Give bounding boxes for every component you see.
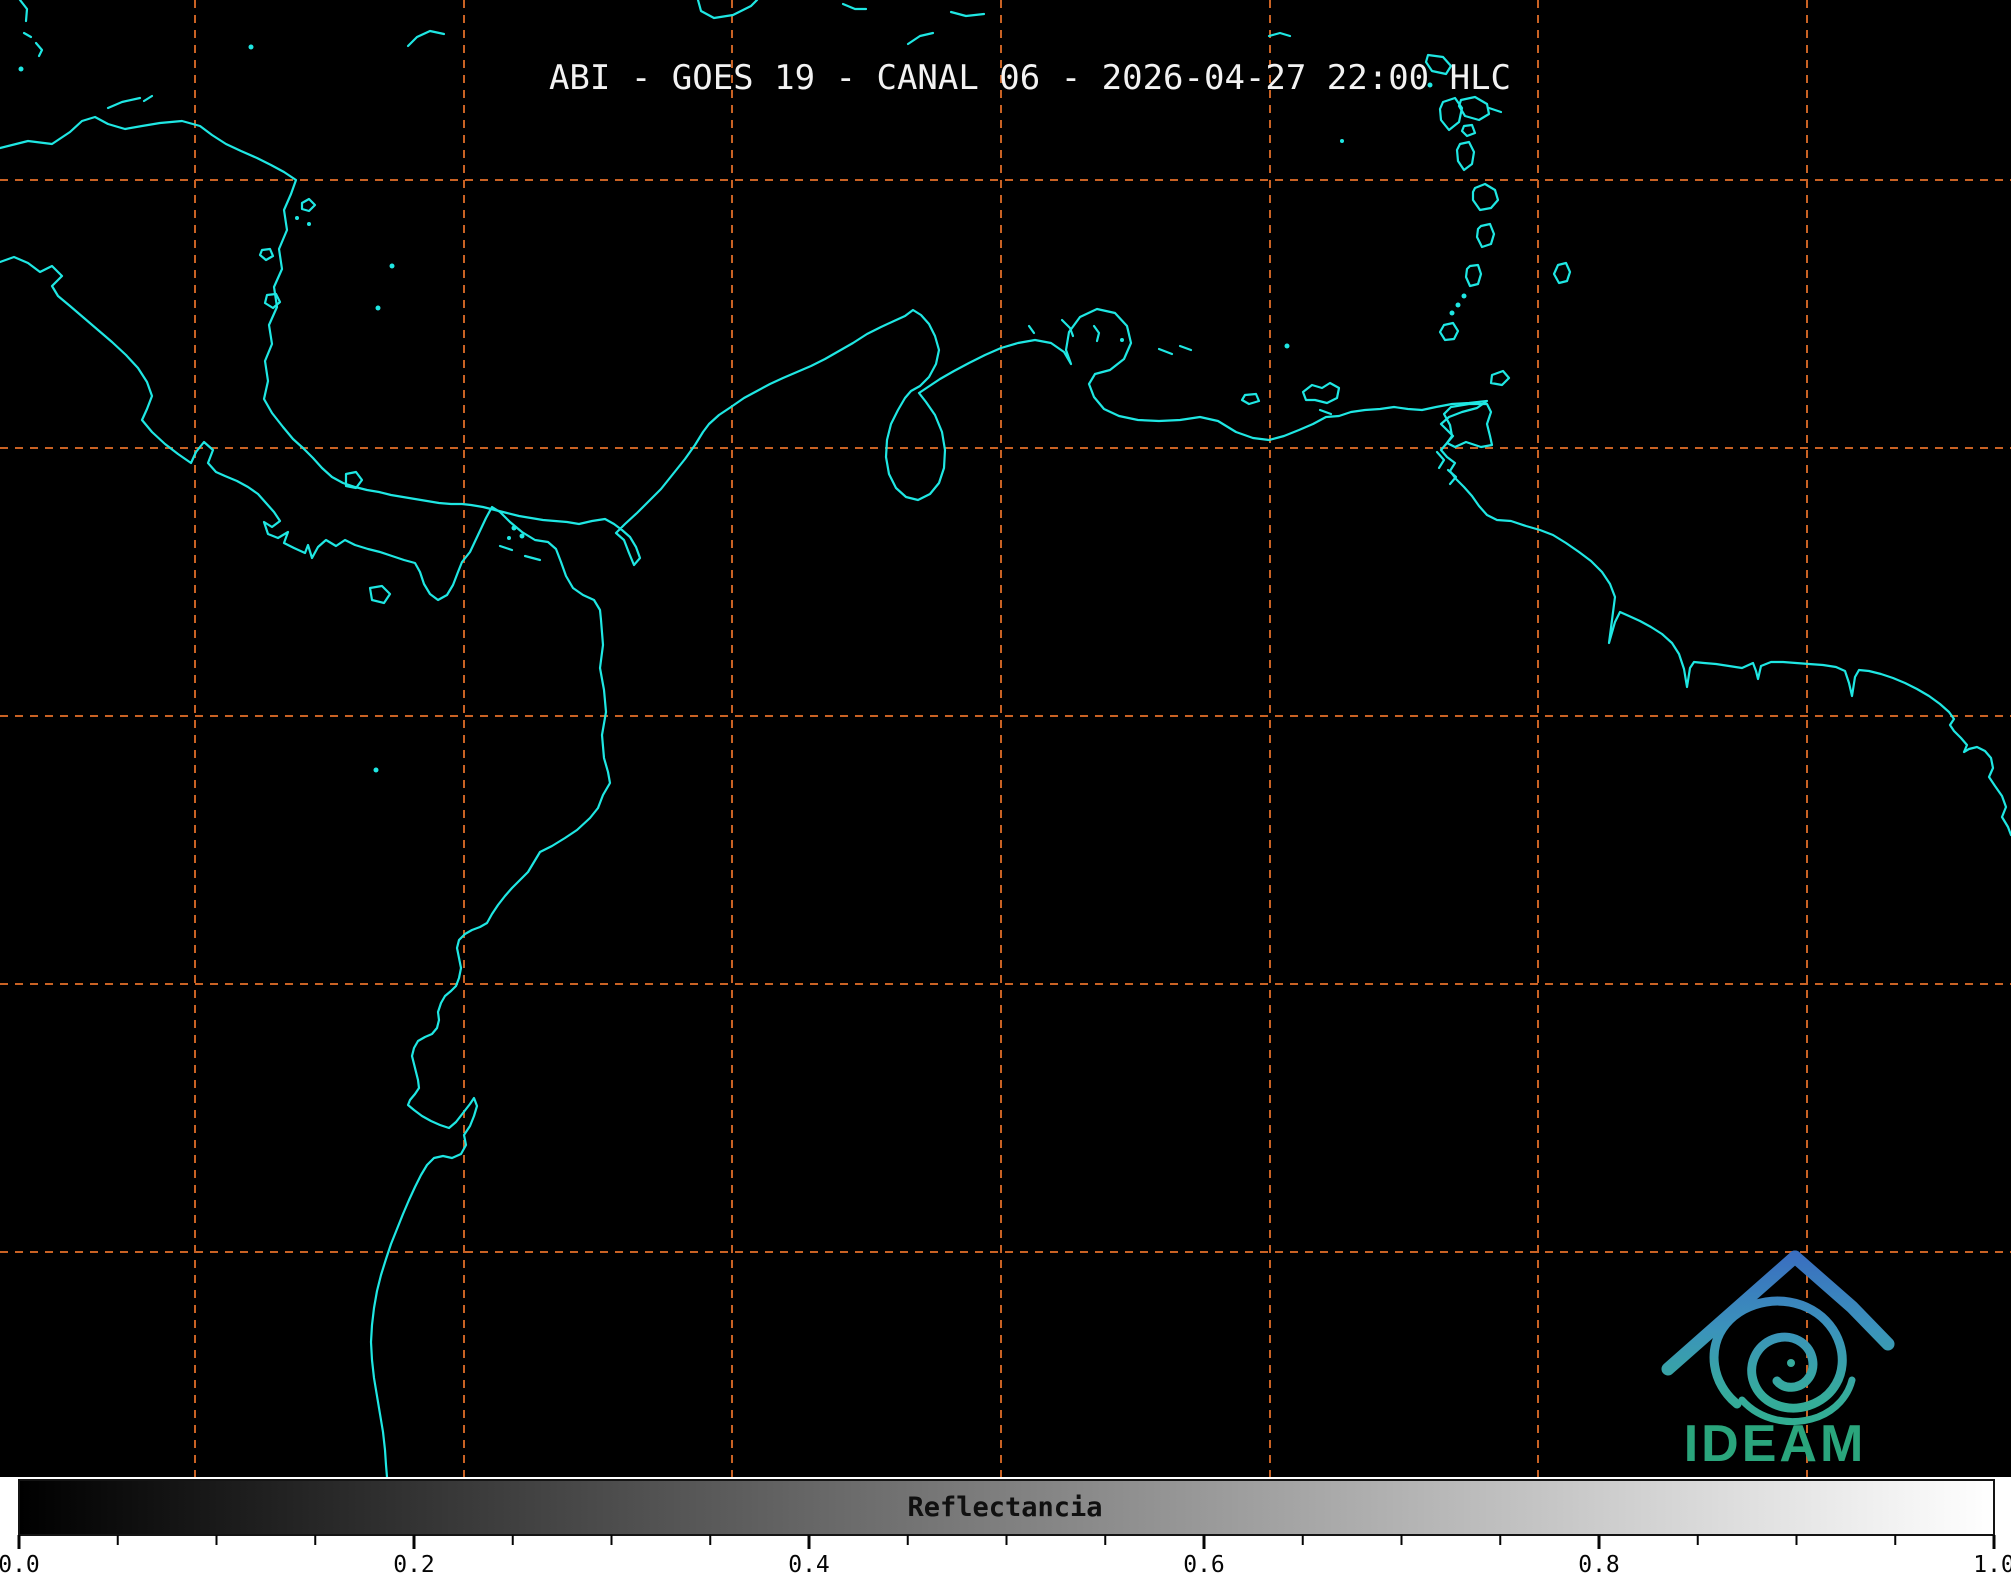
island-malpelo: [373, 767, 379, 773]
island-pearl-island-3: [507, 536, 511, 540]
colorbar: Reflectancia 0.0 0.2 0.4 0.6 0.8 1.0: [0, 1477, 2011, 1577]
island-san-andres: [375, 305, 381, 311]
island-grenadine-3: [1449, 310, 1455, 316]
colorbar-tick-label: 1.0: [1973, 1552, 2011, 1577]
map-title: ABI - GOES 19 - CANAL 06 - 2026-04-27 22…: [549, 58, 1511, 98]
island-pearl-island-1: [511, 525, 517, 531]
colorbar-label: Reflectancia: [907, 1492, 1102, 1523]
ideam-logo-text: IDEAM: [1684, 1415, 1867, 1473]
island-sea-speck: [1340, 139, 1344, 143]
logo-spiral-eye-icon: [1787, 1359, 1795, 1367]
satellite-image-viewer: ABI - GOES 19 - CANAL 06 - 2026-04-27 22…: [0, 0, 2011, 1577]
island-grenadine-1: [1461, 293, 1467, 299]
goes-satellite-map: ABI - GOES 19 - CANAL 06 - 2026-04-27 22…: [0, 0, 2011, 1577]
island-swan-island: [248, 44, 254, 50]
island-blanquilla: [1284, 343, 1290, 349]
island-grenadine-2: [1455, 302, 1461, 308]
island-miskito-dot-1: [295, 216, 299, 220]
colorbar-tick-label: 0.0: [0, 1552, 40, 1577]
colorbar-tick-label: 0.8: [1578, 1552, 1620, 1577]
map-background: [0, 0, 2011, 1477]
island-las-aves: [1120, 338, 1124, 342]
island-belize-cay-dot: [18, 66, 24, 72]
island-pearl-island-2: [519, 533, 525, 539]
colorbar-tick-label: 0.6: [1183, 1552, 1225, 1577]
colorbar-tick-label: 0.2: [393, 1552, 435, 1577]
island-providencia: [389, 263, 395, 269]
colorbar-tick-label: 0.4: [788, 1552, 830, 1577]
island-miskito-dot-2: [307, 222, 311, 226]
